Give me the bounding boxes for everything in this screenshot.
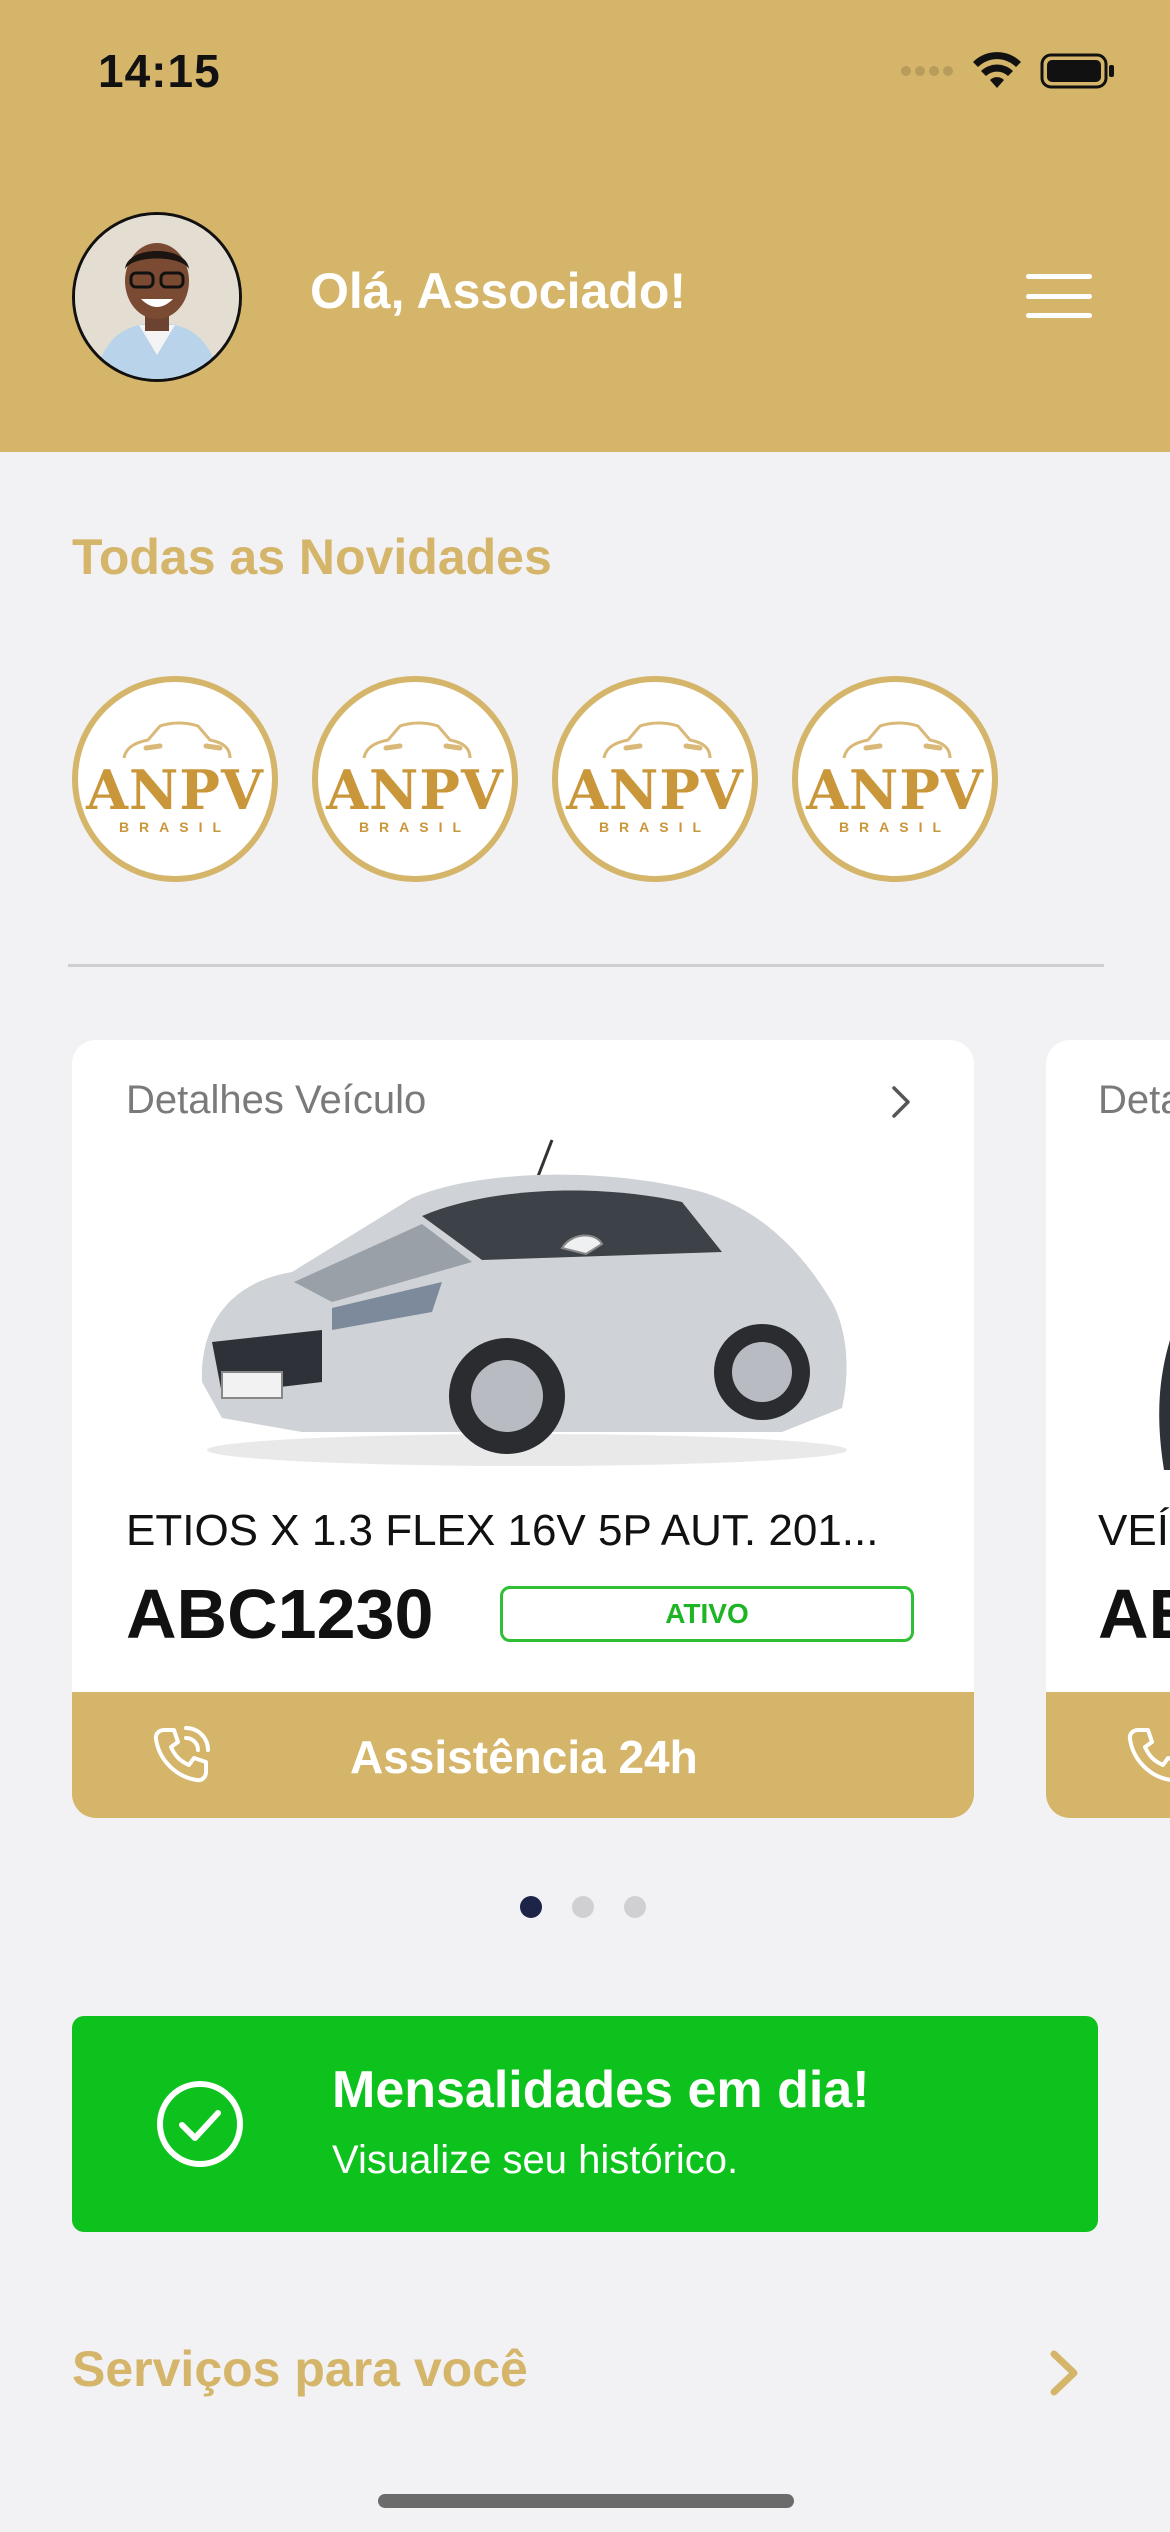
story-logo-sub: BRASIL — [118, 819, 232, 835]
status-icons — [900, 52, 1116, 90]
assistance-24h-button[interactable] — [1046, 1692, 1170, 1818]
story-item[interactable]: ANPV BRASIL — [72, 676, 278, 882]
section-divider — [68, 964, 1104, 967]
payments-subtitle: Visualize seu histórico. — [332, 2138, 739, 2182]
car-logo-icon — [602, 721, 712, 759]
news-stories: ANPV BRASIL ANPV BRASIL ANPV BRASIL ANPV… — [72, 676, 998, 882]
story-logo-sub: BRASIL — [838, 819, 952, 835]
vehicle-card-title: Detalhes Veículo — [126, 1078, 427, 1122]
car-logo-icon — [122, 721, 232, 759]
vehicle-image — [201, 1139, 847, 1466]
phone-icon — [153, 1726, 210, 1783]
story-logo-text: ANPV — [326, 758, 504, 822]
phone-icon — [1127, 1728, 1170, 1782]
status-time: 14:15 — [98, 45, 221, 97]
assistance-label: Assistência 24h — [350, 1731, 698, 1783]
vehicle-card-title: Deta — [1098, 1078, 1170, 1122]
story-item[interactable]: ANPV BRASIL — [552, 676, 758, 882]
menu-line — [1026, 293, 1092, 299]
home-indicator[interactable] — [378, 2494, 794, 2508]
payments-status-banner[interactable]: Mensalidades em dia! Visualize seu histó… — [72, 2016, 1098, 2232]
menu-line — [1026, 313, 1092, 318]
payments-title: Mensalidades em dia! — [332, 2061, 870, 2119]
car-logo-icon — [842, 721, 952, 759]
vehicle-status-badge: ATIVO — [500, 1586, 914, 1642]
greeting-text: Olá, Associado! — [310, 263, 687, 319]
story-logo-text: ANPV — [566, 758, 744, 822]
vehicle-model: ETIOS X 1.3 FLEX 16V 5P AUT. 201... — [126, 1506, 879, 1555]
signal-icon — [901, 66, 953, 76]
pagination-dot[interactable] — [624, 1896, 646, 1918]
wifi-icon — [973, 52, 1021, 88]
story-item[interactable]: ANPV BRASIL — [312, 676, 518, 882]
story-logo-text: ANPV — [86, 758, 264, 822]
story-logo-text: ANPV — [806, 758, 984, 822]
services-section-link[interactable]: Serviços para você — [72, 2340, 1082, 2410]
vehicle-model: VEÍ — [1098, 1506, 1169, 1555]
story-logo-sub: BRASIL — [358, 819, 472, 835]
avatar-image — [75, 215, 239, 379]
vehicle-plate: ABC1230 — [126, 1575, 434, 1653]
chevron-right-icon — [1050, 2350, 1078, 2396]
pagination-dot-active[interactable] — [520, 1896, 542, 1918]
carousel-pagination — [520, 1896, 646, 1918]
assistance-24h-button[interactable]: Assistência 24h — [72, 1692, 974, 1818]
check-circle-icon — [157, 2081, 243, 2167]
story-logo-sub: BRASIL — [598, 819, 712, 835]
news-section-title: Todas as Novidades — [72, 529, 552, 585]
vehicle-plate: AB — [1098, 1575, 1170, 1653]
vehicle-card[interactable]: Deta VEÍ AB — [1046, 1040, 1170, 1818]
car-logo-icon — [362, 721, 472, 759]
avatar[interactable] — [72, 212, 242, 382]
services-section-title: Serviços para você — [72, 2341, 528, 2397]
menu-line — [1026, 274, 1092, 279]
vehicle-card[interactable]: Detalhes Veículo ETIOS X 1.3 FLEX 16V 5P… — [72, 1040, 974, 1818]
vehicle-image — [1159, 1340, 1170, 1470]
pagination-dot[interactable] — [572, 1896, 594, 1918]
hamburger-menu-button[interactable] — [1026, 274, 1092, 318]
chevron-right-icon[interactable] — [890, 1084, 914, 1120]
story-item[interactable]: ANPV BRASIL — [792, 676, 998, 882]
app-header: 14:15 Olá, Associado! — [0, 0, 1170, 452]
battery-icon — [1040, 53, 1114, 89]
